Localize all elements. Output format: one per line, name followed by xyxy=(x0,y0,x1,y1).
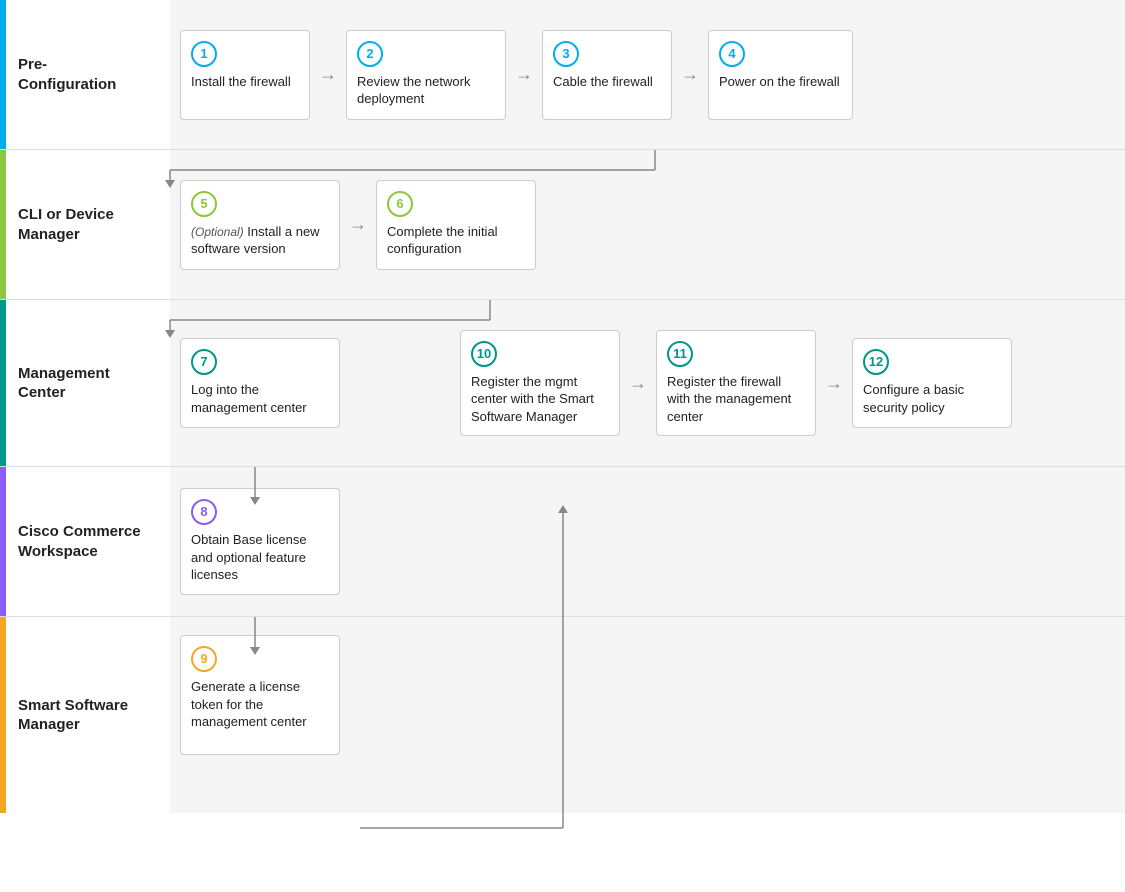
step-number-8: 8 xyxy=(191,499,217,525)
arrow-5-6: → xyxy=(340,214,376,235)
arrow-11-12: → xyxy=(816,373,852,394)
step-3: 3 Cable the firewall xyxy=(542,30,672,120)
step-label-7: Log into the management center xyxy=(191,381,327,416)
workflow-diagram: Pre-Configuration 1 Install the firewall… xyxy=(0,0,1125,813)
connector-row2-row3 xyxy=(0,300,1125,335)
step-11: 11 Register the firewall with the manage… xyxy=(656,330,816,437)
arrow-1-2: → xyxy=(310,64,346,85)
step-label-4: Power on the firewall xyxy=(719,73,840,91)
step-7: 7 Log into the management center xyxy=(180,338,340,428)
step-4: 4 Power on the firewall xyxy=(708,30,853,120)
step-8: 8 Obtain Base license and optional featu… xyxy=(180,488,340,595)
step-6: 6 Complete the initial configuration xyxy=(376,180,536,270)
step-label-6: Complete the initial configuration xyxy=(387,223,523,258)
step-number-10: 10 xyxy=(471,341,497,367)
connector-row4-row5 xyxy=(0,617,1125,652)
arrow-2-3: → xyxy=(506,64,542,85)
step-2: 2 Review the network deployment xyxy=(346,30,506,120)
step-number-2: 2 xyxy=(357,41,383,67)
step-label-12: Configure a basic security policy xyxy=(863,381,999,416)
step-optional-5: (Optional) xyxy=(191,225,244,239)
step-number-7: 7 xyxy=(191,349,217,375)
step-label-2: Review the network deployment xyxy=(357,73,493,108)
step-label-11: Register the firewall with the managemen… xyxy=(667,373,803,426)
step-label-8: Obtain Base license and optional feature… xyxy=(191,531,327,584)
step-label-3: Cable the firewall xyxy=(553,73,659,91)
step-number-5: 5 xyxy=(191,191,217,217)
step-number-1: 1 xyxy=(191,41,217,67)
step-number-4: 4 xyxy=(719,41,745,67)
step-10: 10 Register the mgmt center with the Sma… xyxy=(460,330,620,437)
step-5: 5 (Optional) Install a new software vers… xyxy=(180,180,340,270)
step-1: 1 Install the firewall xyxy=(180,30,310,120)
step-number-11: 11 xyxy=(667,341,693,367)
step-9: 9 Generate a license token for the manag… xyxy=(180,635,340,755)
section-pre-config: Pre-Configuration 1 Install the firewall… xyxy=(0,0,1125,150)
step-number-3: 3 xyxy=(553,41,579,67)
step-label-1: Install the firewall xyxy=(191,73,297,91)
connector-row1-row2 xyxy=(0,150,1125,185)
connector-row3-row4 xyxy=(0,467,1125,502)
arrow-3-4: → xyxy=(672,64,708,85)
step-label-9: Generate a license token for the managem… xyxy=(191,678,327,731)
step-number-12: 12 xyxy=(863,349,889,375)
step-number-6: 6 xyxy=(387,191,413,217)
step-12: 12 Configure a basic security policy xyxy=(852,338,1012,428)
step-label-5: (Optional) Install a new software versio… xyxy=(191,223,327,258)
step-label-10: Register the mgmt center with the Smart … xyxy=(471,373,607,426)
section-label-pre-config: Pre-Configuration xyxy=(0,0,170,149)
arrow-10-11: → xyxy=(620,373,656,394)
